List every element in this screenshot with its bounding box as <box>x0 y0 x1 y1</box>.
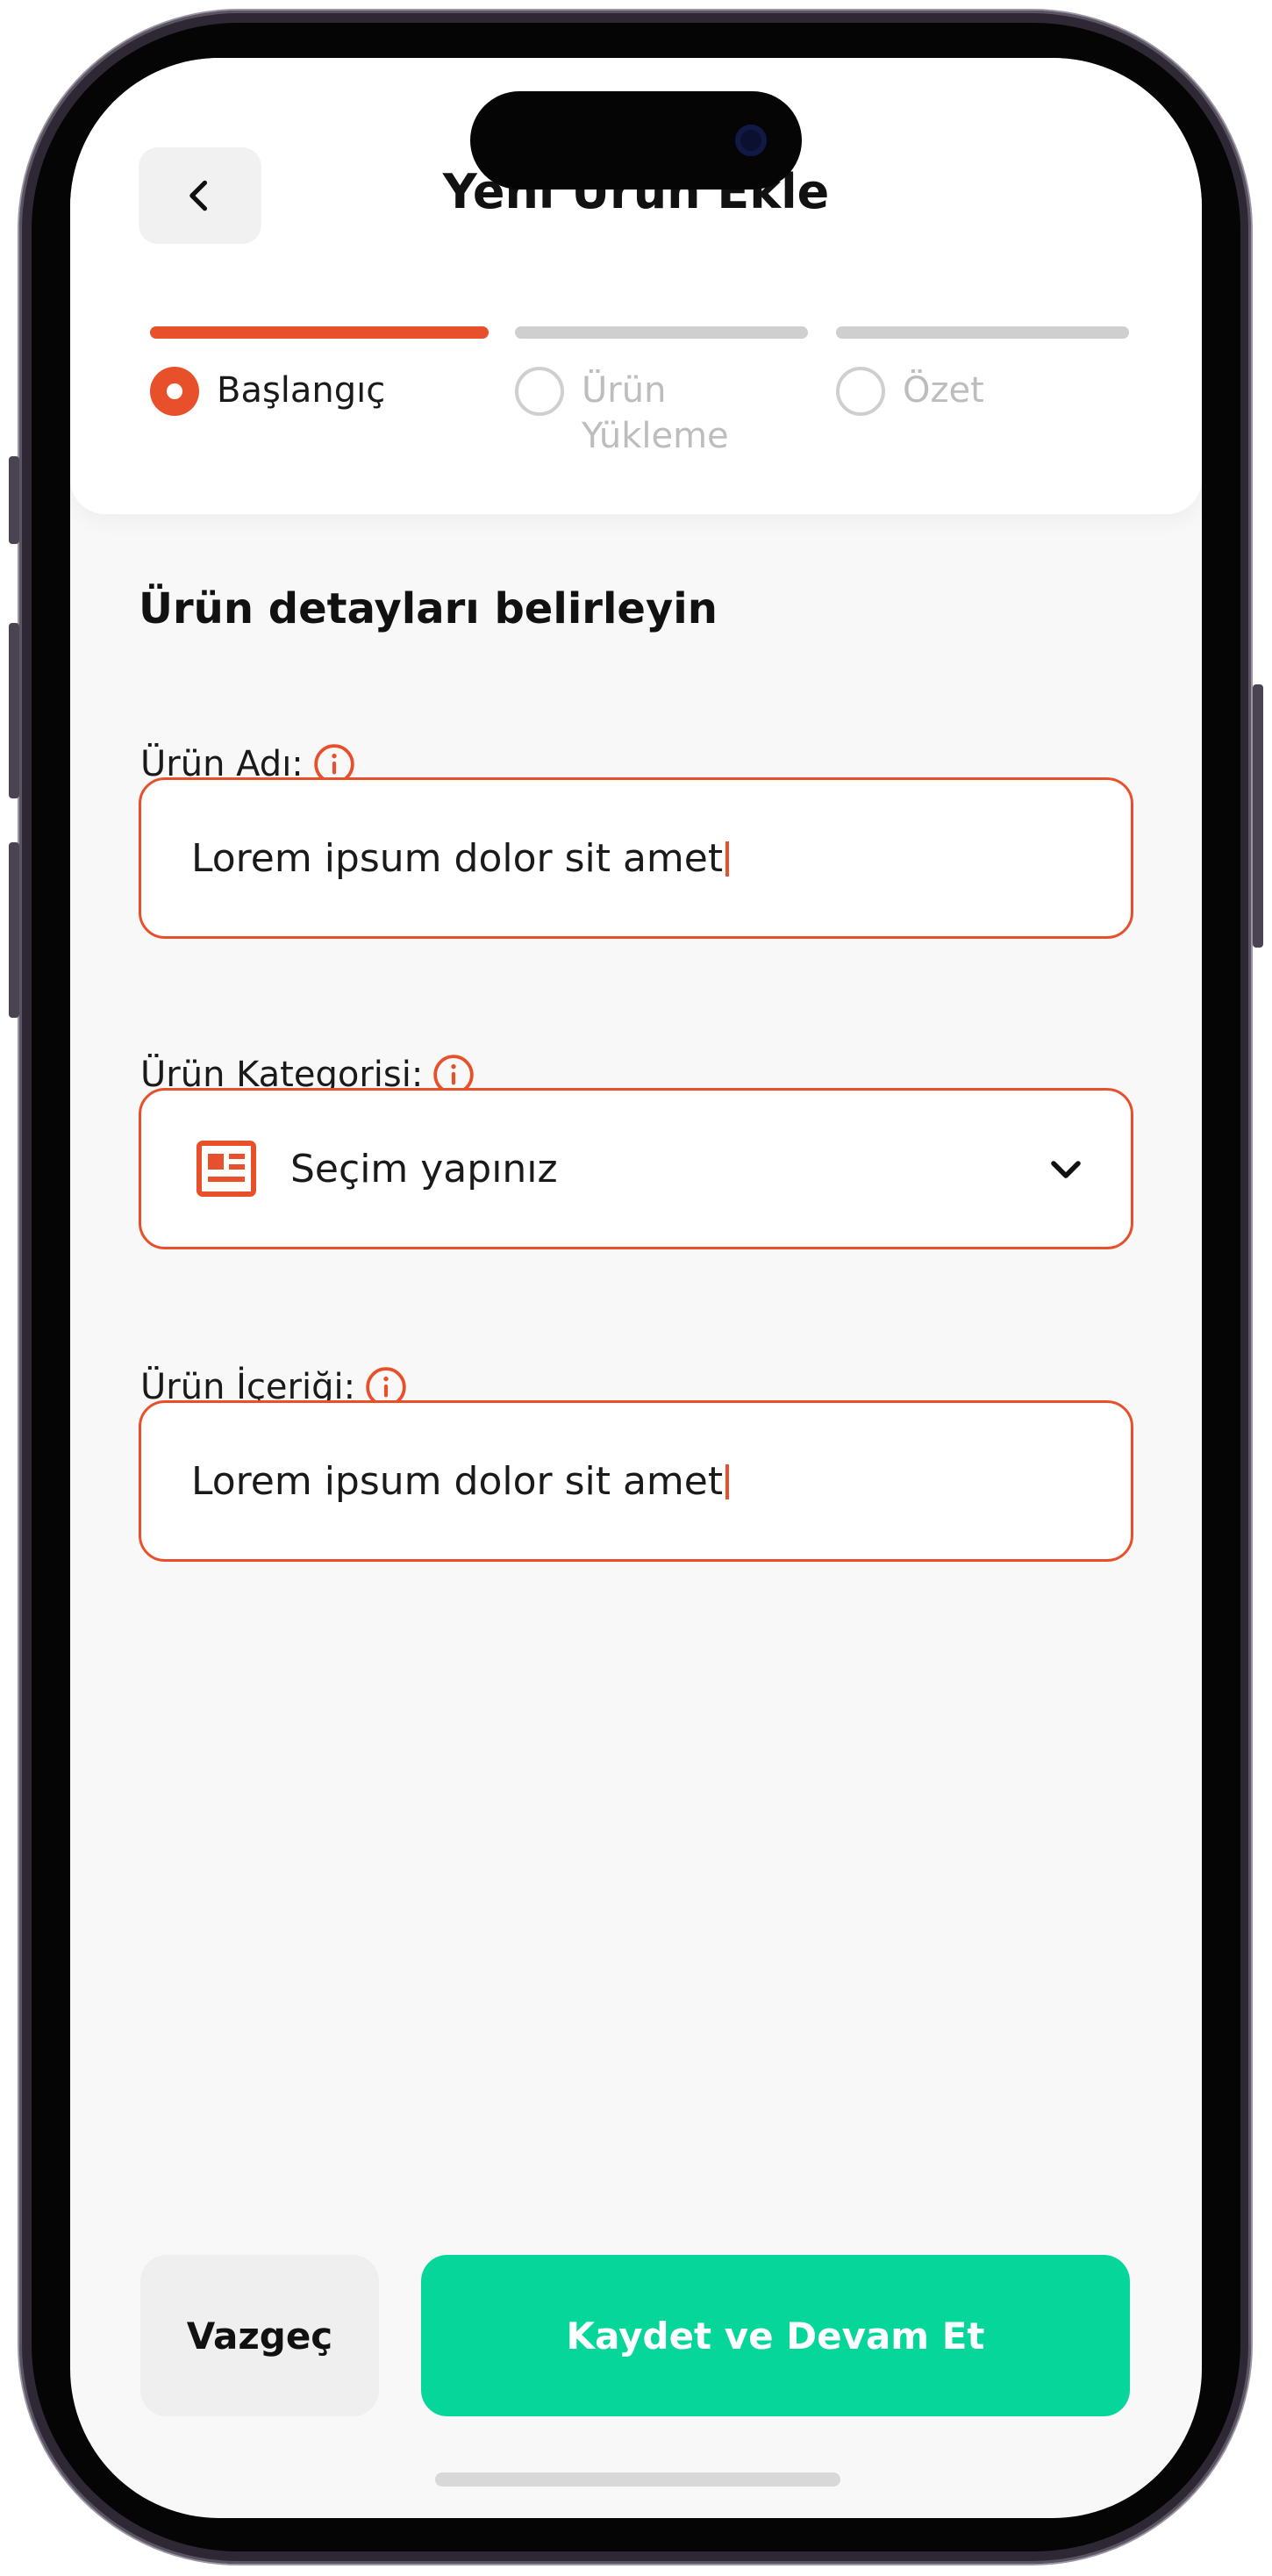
app-screen: Yeni Ürün Ekle Başlangıç Ürün Yükleme Öz… <box>70 58 1202 2518</box>
header-card: Yeni Ürün Ekle Başlangıç Ürün Yükleme Öz… <box>70 58 1202 514</box>
text-caret <box>725 841 730 877</box>
action-button <box>9 456 19 544</box>
volume-up-button <box>9 623 19 798</box>
step-start[interactable]: Başlangıç <box>150 367 385 416</box>
camera-icon <box>735 125 767 156</box>
product-content-input[interactable]: Lorem ipsum dolor sit amet <box>139 1400 1133 1562</box>
home-indicator[interactable] <box>435 2472 840 2487</box>
step-summary[interactable]: Özet <box>836 367 984 416</box>
input-text: Lorem ipsum dolor sit amet <box>191 835 724 881</box>
progress-segment-upload <box>515 326 808 339</box>
radio-inactive-icon <box>515 367 564 416</box>
category-select-placeholder: Seçim yapınız <box>290 1146 558 1191</box>
product-content-value: Lorem ipsum dolor sit amet <box>191 1458 730 1504</box>
step-label: Başlangıç <box>217 370 386 411</box>
step-label: Özet <box>903 370 984 411</box>
save-and-continue-button[interactable]: Kaydet ve Devam Et <box>421 2255 1130 2416</box>
text-caret <box>725 1463 730 1499</box>
progress-segment-summary <box>836 326 1129 339</box>
radio-active-icon <box>150 367 199 416</box>
newspaper-icon <box>197 1141 256 1197</box>
product-name-value: Lorem ipsum dolor sit amet <box>191 835 730 881</box>
volume-down-button <box>9 842 19 1018</box>
cancel-button[interactable]: Vazgeç <box>140 2255 379 2416</box>
product-name-input[interactable]: Lorem ipsum dolor sit amet <box>139 777 1133 939</box>
input-text: Lorem ipsum dolor sit amet <box>191 1458 724 1504</box>
section-title: Ürün detayları belirleyin <box>139 584 718 633</box>
dynamic-island <box>470 91 802 190</box>
step-label: Ürün Yükleme <box>582 370 729 456</box>
power-button <box>1253 684 1263 948</box>
progress-segment-start <box>150 326 489 339</box>
product-category-select[interactable]: Seçim yapınız <box>139 1088 1133 1249</box>
radio-inactive-icon <box>836 367 885 416</box>
chevron-down-icon <box>1051 1161 1081 1178</box>
step-upload[interactable]: Ürün Yükleme <box>515 367 729 459</box>
